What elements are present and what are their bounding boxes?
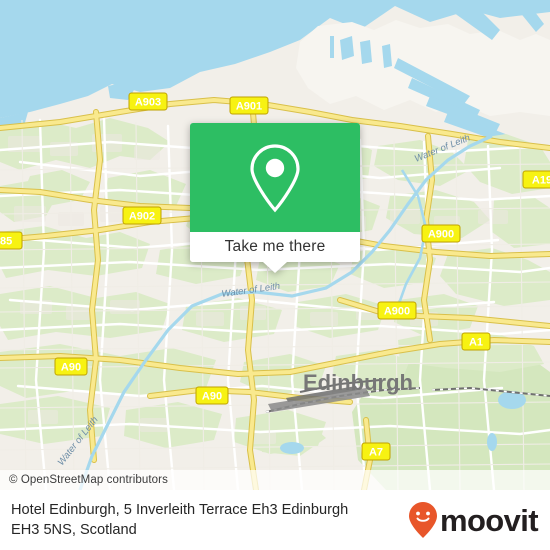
svg-text:A900: A900 (384, 306, 410, 318)
road-shield-a900-north: A900 (421, 224, 461, 243)
road-shield-a901: A901 (229, 96, 269, 115)
address-block: Hotel Edinburgh, 5 Inverleith Terrace Eh… (0, 500, 408, 540)
road-shield-a19: A19 (522, 170, 550, 189)
svg-text:A90: A90 (61, 362, 81, 374)
svg-text:A90: A90 (202, 391, 222, 403)
road-shield-085: 085 (0, 231, 23, 250)
road-shield-a900-south: A900 (377, 301, 417, 320)
moovit-pin-icon (408, 502, 437, 538)
city-label: Edinburgh (303, 370, 413, 395)
map-screenshot-page: Water of Leith Water of Leith Water of L… (0, 0, 550, 550)
road-shield-a90-west: A90 (54, 357, 88, 376)
take-me-there-callout[interactable]: Take me there (190, 123, 360, 273)
svg-text:A901: A901 (236, 101, 262, 113)
map-pin-icon (250, 143, 300, 212)
svg-text:A900: A900 (428, 229, 454, 241)
osm-attribution-text: © OpenStreetMap contributors (9, 474, 168, 486)
moovit-logo[interactable]: moovit (408, 501, 550, 539)
address-line-1: Hotel Edinburgh, 5 Inverleith Terrace Eh… (11, 502, 349, 518)
svg-text:A1: A1 (469, 337, 483, 349)
footer-bar: Hotel Edinburgh, 5 Inverleith Terrace Eh… (0, 490, 550, 550)
svg-text:A902: A902 (129, 211, 155, 223)
road-shield-a902: A902 (122, 206, 162, 225)
road-shield-a903: A903 (128, 92, 168, 111)
callout-body: Take me there (190, 123, 360, 262)
osm-attribution: © OpenStreetMap contributors (0, 470, 550, 490)
road-shield-a90-mid: A90 (195, 386, 229, 405)
road-shield-a1: A1 (461, 332, 491, 351)
take-me-there-label[interactable]: Take me there (190, 232, 360, 262)
moovit-wordmark: moovit (439, 502, 539, 538)
road-shield-a7: A7 (361, 442, 391, 461)
callout-pointer (263, 262, 287, 273)
svg-text:A903: A903 (135, 97, 161, 109)
callout-icon-panel (190, 123, 360, 232)
svg-text:085: 085 (0, 236, 12, 248)
svg-text:A7: A7 (369, 447, 383, 459)
svg-text:A19: A19 (532, 175, 550, 187)
address-line-2: EH3 5NS, Scotland (11, 522, 137, 538)
